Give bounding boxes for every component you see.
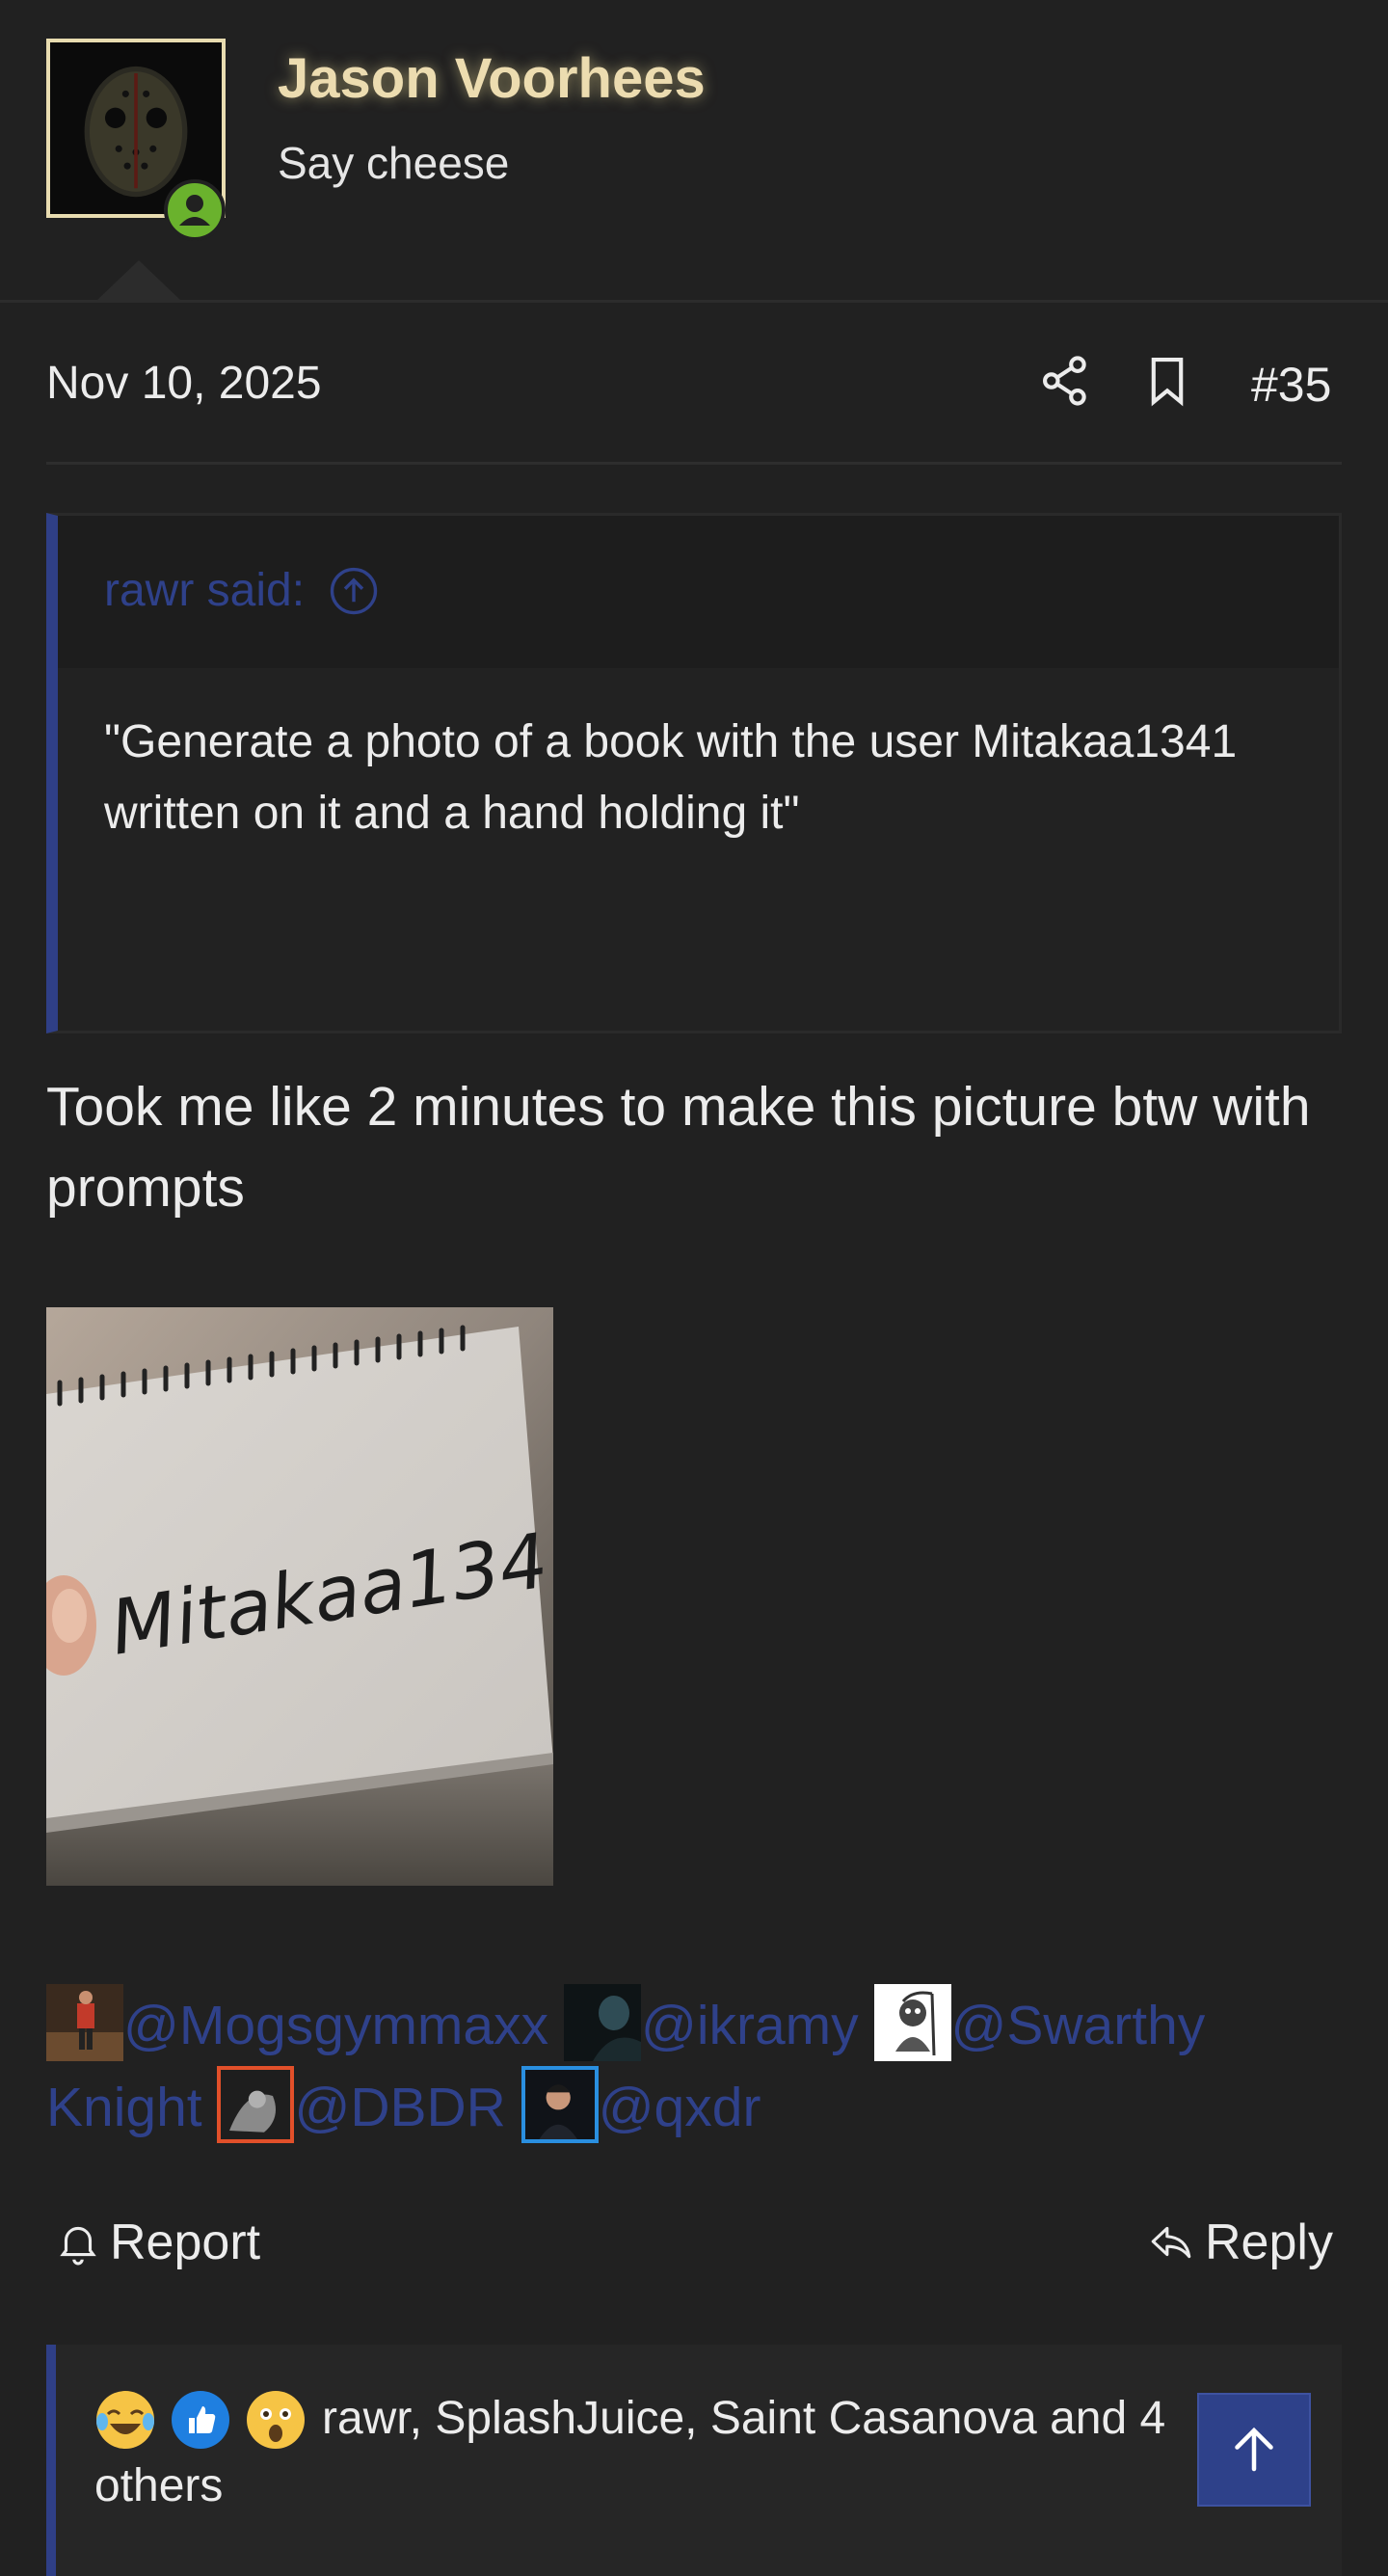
share-icon[interactable] — [1035, 351, 1095, 411]
mention-avatar[interactable] — [520, 2066, 599, 2143]
post-message: Took me like 2 minutes to make this pict… — [46, 1076, 1311, 1219]
mention-link[interactable]: @Mogsgymmaxx — [123, 1995, 548, 2056]
mention-avatar[interactable] — [46, 1984, 123, 2061]
quote-attribution-link[interactable]: rawr said: — [104, 564, 380, 617]
mention-link[interactable]: @qxdr — [599, 2077, 761, 2138]
reaper-avatar-icon — [873, 1984, 951, 2061]
author-name[interactable]: Jason Voorhees — [278, 46, 706, 111]
author-title: Say cheese — [278, 138, 510, 188]
report-button[interactable]: Report — [54, 2214, 260, 2271]
reply-label: Reply — [1205, 2214, 1333, 2270]
quote-text: "Generate a photo of a book with the use… — [104, 716, 1238, 839]
notepad-photo: Mitakaa1341 — [46, 1307, 553, 1886]
attachment-image[interactable]: Mitakaa1341 — [46, 1307, 553, 1886]
mention-link[interactable]: @DBDR — [294, 2077, 505, 2138]
arrow-up-icon — [1235, 2427, 1273, 2472]
quote-author: rawr said: — [104, 565, 306, 616]
scroll-to-top-button[interactable] — [1197, 2393, 1311, 2507]
dark-avatar-icon — [563, 1984, 641, 2061]
mention-link[interactable]: @ikramy — [641, 1995, 859, 2056]
mentions-list: @Mogsgymmaxx @ikramy @Swarthy Knight @DB… — [46, 1984, 1348, 2148]
mention-avatar[interactable] — [873, 1984, 951, 2061]
mention-avatar[interactable] — [217, 2066, 295, 2143]
header-pointer — [96, 260, 181, 301]
online-user-icon — [164, 179, 226, 241]
bookmark-icon[interactable] — [1137, 351, 1197, 411]
reply-icon — [1151, 2226, 1191, 2259]
arrow-up-circle-icon — [330, 567, 378, 614]
quote-block: rawr said: "Generate a photo of a book w… — [46, 513, 1342, 1033]
header-divider — [0, 300, 1388, 303]
portrait-avatar-icon — [524, 2070, 595, 2139]
post-number[interactable]: #35 — [1251, 357, 1331, 413]
post-date[interactable]: Nov 10, 2025 — [46, 357, 322, 410]
report-label: Report — [110, 2214, 261, 2270]
reply-button[interactable]: Reply — [1147, 2214, 1333, 2271]
mention-avatar[interactable] — [563, 1984, 641, 2061]
gray-avatar-icon — [221, 2070, 291, 2139]
meta-divider — [46, 462, 1342, 465]
bell-icon — [60, 2226, 96, 2266]
quote-header: rawr said: — [58, 516, 1339, 668]
reactions-bar[interactable]: rawr, SplashJuice, Saint Casanova and 4 … — [46, 2345, 1342, 2576]
gym-avatar-icon — [46, 1984, 123, 2061]
reaction-users[interactable]: rawr, SplashJuice, Saint Casanova and 4 … — [94, 2385, 1184, 2520]
